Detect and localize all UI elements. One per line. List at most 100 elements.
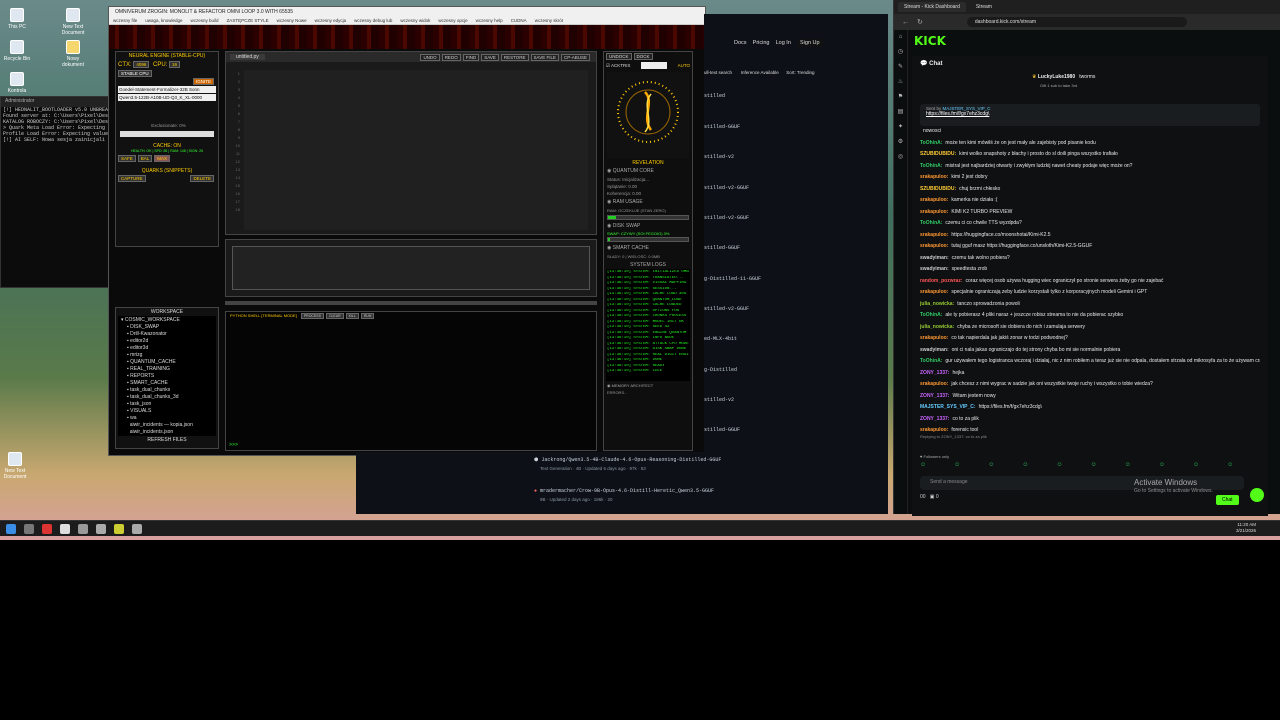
tree-item[interactable]: ▪ editor2d <box>121 338 213 345</box>
folder-app-icon[interactable] <box>114 524 124 534</box>
hf-nav-pricing[interactable]: Pricing <box>753 40 770 46</box>
menu-item[interactable]: uwaga, knowledge <box>145 18 182 23</box>
chat-username[interactable]: ToOhinA: <box>920 220 942 226</box>
tree-item[interactable]: ▪ VISUALS <box>121 408 213 415</box>
tree-item[interactable]: ▪ SMART_CACHE <box>121 380 213 387</box>
chat-message[interactable]: julia_nowicka: tanczo sprowadzonia powoli <box>920 299 1260 311</box>
tree-item[interactable]: ▪ REAL_TRAINING <box>121 366 213 373</box>
hf-model-row[interactable]: stilled-v2 <box>704 397 734 403</box>
tree-item[interactable]: ▪ task_json <box>121 401 213 408</box>
chat-message[interactable]: ToOhinA: może ten kimi mówiłś że on jest … <box>920 138 1260 150</box>
cpu-input[interactable]: 16 <box>169 61 181 68</box>
desktop-icon-kontrola[interactable]: Kontrola <box>2 72 32 94</box>
hf-model-row[interactable]: stilled-GGUF <box>704 245 740 251</box>
huggingface-browser[interactable]: Docs Pricing Log In Sign Up ull-text sea… <box>704 14 888 514</box>
shell-process-button[interactable]: PROCESS <box>300 312 324 319</box>
kick-browser-window[interactable]: Stream - Kick Dashboard Stream ← ↻ dashb… <box>893 0 1280 516</box>
save-file-button[interactable]: SAVE FILE <box>530 53 559 61</box>
tree-item[interactable]: aiwir_incidents — kopia.json <box>121 422 213 429</box>
menu-item[interactable]: ZASTĘPCZE STYLE <box>227 18 269 23</box>
chat-message[interactable]: random_pozwraz: coraz więcej osob używa h… <box>920 276 1260 288</box>
chat-message[interactable]: julia_nowicka: chyba ze microsoft sie dob… <box>920 322 1260 334</box>
chat-username[interactable]: julia_nowicka: <box>920 324 954 330</box>
chat-message[interactable]: ZONY_1337: Witam jestem nowy <box>920 391 1260 403</box>
chat-username[interactable]: srakapuloo: <box>920 289 948 295</box>
tree-item[interactable]: ▪ mrizg <box>121 352 213 359</box>
chat-username[interactable]: swadyiman: <box>920 347 949 353</box>
chat-message[interactable]: SZUBIDUBIDU: chuj brzmi chłesko <box>920 184 1260 196</box>
system-clock[interactable]: 11:20 AM 3/21/2026 <box>1236 522 1256 534</box>
chat-message[interactable]: swadyiman: oni ci nala jakas ograniczajo … <box>920 345 1260 357</box>
menu-item[interactable]: wczesny widok <box>400 18 430 23</box>
auto-toggle[interactable]: AUTO <box>678 63 690 68</box>
chat-message[interactable]: MAJSTER_SYS_VIP_C: https://files.fm/f/gx7… <box>920 402 1260 414</box>
chat-message[interactable]: nowosci <box>920 126 1260 138</box>
hf-nav-login[interactable]: Log In <box>776 40 791 46</box>
safe-button[interactable]: SAFE <box>118 155 136 162</box>
tree-item[interactable]: ▪ task_dual_chunks_3d <box>121 394 213 401</box>
desktop-icon-text-doc-2[interactable]: New Text Document <box>0 452 30 480</box>
menu-item[interactable]: wczesny debug lub <box>354 18 392 23</box>
shell-prompt[interactable]: >>> <box>229 442 238 448</box>
shell-kill-button[interactable]: KILL <box>345 312 359 319</box>
tab-kick-dashboard[interactable]: Stream - Kick Dashboard <box>898 2 966 12</box>
menu-item[interactable]: wczesny build <box>191 18 219 23</box>
bal-button[interactable]: BAL <box>137 155 153 162</box>
chat-message[interactable]: srakapuloo: kamerka nie działa :( <box>920 195 1260 207</box>
chat-username[interactable]: ToOhinA: <box>920 358 942 364</box>
chat-send-button[interactable]: Chat <box>1216 495 1239 505</box>
chat-message[interactable]: ToOhinA: mistral jest najbardziej otwarty… <box>920 161 1260 173</box>
redo-button[interactable]: REDO <box>441 53 461 61</box>
chat-message[interactable]: srakapuloo: kimi 2 jest dobry <box>920 172 1260 184</box>
hf-model-row[interactable]: stilled-v2-GGUF <box>704 306 749 312</box>
hf-nav-signup[interactable]: Sign Up <box>797 39 823 47</box>
chat-username[interactable]: swadyiman: <box>920 266 949 272</box>
desktop-icon-recycle-bin[interactable]: Recycle Bin <box>2 40 32 62</box>
hf-card-title[interactable]: ● mradermacher/Crow-9B-Opus-4.6-Distill-… <box>534 488 714 494</box>
chat-message[interactable]: srakapuloo: specjalnie ograniczają zeby l… <box>920 287 1260 299</box>
chat-message[interactable]: ToOhinA: ale ty pobierasz 4 pliki naraz +… <box>920 310 1260 322</box>
menu-item[interactable]: wczesny skrót <box>535 18 563 23</box>
hf-card-title[interactable]: ⬢ Jackrong/Qwen3.5-4B-Claude-4.6-Opus-Re… <box>534 457 721 463</box>
undock-button[interactable]: UNDOCK <box>606 53 632 60</box>
chat-message[interactable]: ToOhinA: czemu ci co chwile TTS wyzdpda? <box>920 218 1260 230</box>
capture-button[interactable]: CAPTURE <box>118 175 146 182</box>
desktop-icon-nowy-dokument[interactable]: Nowy dokument <box>58 40 88 68</box>
hf-sort[interactable]: Sort: Trending <box>786 70 814 75</box>
search-icon[interactable] <box>24 524 34 534</box>
chat-message[interactable]: srakapuloo: https://huggingface.co/moonsh… <box>920 230 1260 242</box>
chat-message[interactable]: srakapuloo: KIMI K2 TURBO PREVIEW <box>920 207 1260 219</box>
hf-model-row[interactable]: stilled-GGUF <box>704 427 740 433</box>
chat-username[interactable]: srakapuloo: <box>920 232 948 238</box>
chat-username[interactable]: SZUBIDUBIDU: <box>920 151 956 157</box>
restore-button[interactable]: RESTORE <box>500 53 529 61</box>
chat-message[interactable]: SZUBIDUBIDU: kimi wolko snapshoty z błach… <box>920 149 1260 161</box>
hf-model-row[interactable]: g-Distilled-11-GGUF <box>704 276 761 282</box>
shell-run-button[interactable]: RUN <box>360 312 375 319</box>
menu-item[interactable]: wczesny Nowe <box>277 18 307 23</box>
chat-message[interactable]: srakapuloo: tutaj gguf masz https://huggi… <box>920 241 1260 253</box>
chat-username[interactable]: julia_nowicka: <box>920 301 954 307</box>
actrix-input[interactable] <box>641 62 668 69</box>
chat-username[interactable]: ZONY_1337: <box>920 393 949 399</box>
shell-clear-button[interactable]: CLEAR <box>325 312 344 319</box>
find-button[interactable]: FIND <box>462 53 480 61</box>
terminal-app-icon[interactable] <box>60 524 70 534</box>
menu-item[interactable]: wczesny edycja <box>315 18 347 23</box>
start-icon[interactable] <box>6 524 16 534</box>
output-area[interactable] <box>232 246 590 290</box>
chat-message[interactable]: ToOhinA: gur używałem tego logistranca wc… <box>920 356 1260 368</box>
save-button[interactable]: SAVE <box>481 53 499 61</box>
hf-model-row[interactable]: ed-MLX-4bit <box>704 336 737 342</box>
menu-item[interactable]: wczesny opcje <box>438 18 467 23</box>
settings-app-icon[interactable] <box>78 524 88 534</box>
menu-item[interactable]: CUDNA <box>511 18 527 23</box>
emote-bar[interactable]: ☺☺☺☺☺☺☺☺☺☺ <box>920 462 1256 472</box>
hf-model-row[interactable]: stilled <box>704 93 725 99</box>
menu-item[interactable]: wczesny help <box>476 18 503 23</box>
kick-action-icon[interactable] <box>1250 488 1264 502</box>
hf-model-row[interactable]: g-Distilled <box>704 367 737 373</box>
hf-model-row[interactable]: stilled-v2-GGUF <box>704 215 749 221</box>
chat-username[interactable]: ToOhinA: <box>920 163 942 169</box>
chat-username[interactable]: srakapuloo: <box>920 174 948 180</box>
